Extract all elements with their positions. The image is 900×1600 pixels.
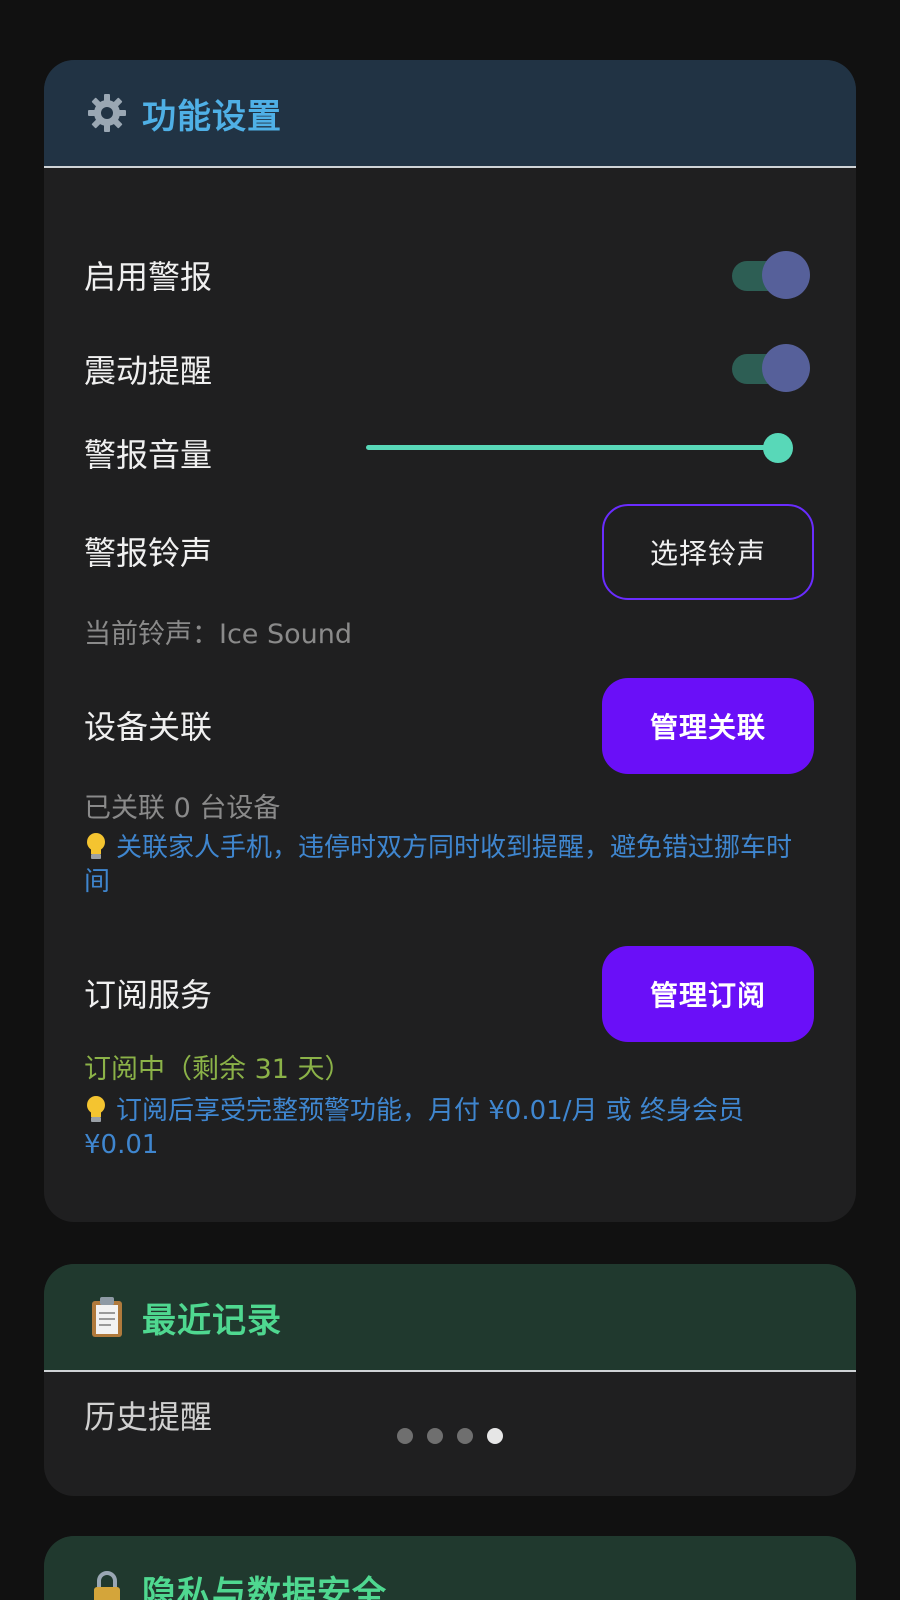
toggle-knob — [762, 251, 810, 299]
gear-icon — [84, 90, 130, 136]
volume-slider[interactable] — [366, 431, 798, 465]
enable-alarm-label: 启用警报 — [84, 258, 213, 296]
records-title: 最近记录 — [142, 1300, 282, 1341]
page-dot-3[interactable] — [457, 1428, 473, 1444]
ringtone-label: 警报铃声 — [84, 534, 213, 572]
device-link-tip-text: 关联家人手机，违停时双方同时收到提醒，避免错过挪车时间 — [84, 833, 793, 897]
privacy-title: 隐私与数据安全 — [142, 1573, 387, 1600]
lightbulb-icon — [84, 831, 108, 865]
settings-card: 功能设置 启用警报 震动提醒 警报音量 警报铃声 选择铃声 当前铃声：Ice S… — [44, 60, 856, 1222]
manage-link-button[interactable]: 管理关联 — [602, 678, 814, 774]
settings-title: 功能设置 — [142, 96, 282, 137]
enable-alarm-toggle[interactable] — [728, 251, 812, 299]
records-card: 最近记录 历史提醒 — [44, 1264, 856, 1496]
subscription-label: 订阅服务 — [84, 976, 213, 1014]
records-header: 最近记录 — [44, 1264, 856, 1372]
device-link-tip: 关联家人手机，违停时双方同时收到提醒，避免错过挪车时间 — [84, 831, 794, 899]
subscription-tip: 订阅后享受完整预警功能，月付 ¥0.01/月 或 终身会员 ¥0.01 — [84, 1094, 794, 1162]
clipboard-icon — [84, 1294, 130, 1340]
current-ringtone-text: 当前铃声：Ice Sound — [84, 619, 353, 650]
page-dot-2[interactable] — [427, 1428, 443, 1444]
volume-label: 警报音量 — [84, 436, 213, 474]
lightbulb-icon — [84, 1094, 108, 1128]
subscription-status: 订阅中（剩余 31 天） — [84, 1054, 352, 1085]
toggle-knob — [762, 344, 810, 392]
vibration-label: 震动提醒 — [84, 352, 213, 390]
manage-subscription-button[interactable]: 管理订阅 — [602, 946, 814, 1042]
settings-header: 功能设置 — [44, 60, 856, 168]
privacy-header: 隐私与数据安全 — [44, 1536, 856, 1600]
slider-thumb[interactable] — [763, 433, 793, 463]
slider-rail — [366, 445, 778, 450]
privacy-card: 隐私与数据安全 — [44, 1536, 856, 1600]
linked-devices-status: 已关联 0 台设备 — [84, 793, 281, 824]
select-ringtone-button[interactable]: 选择铃声 — [602, 504, 814, 600]
screen: 功能设置 启用警报 震动提醒 警报音量 警报铃声 选择铃声 当前铃声：Ice S… — [0, 0, 900, 1600]
vibration-toggle[interactable] — [728, 344, 812, 392]
device-link-label: 设备关联 — [84, 708, 213, 746]
lock-icon — [84, 1567, 130, 1600]
subscription-tip-text: 订阅后享受完整预警功能，月付 ¥0.01/月 或 终身会员 ¥0.01 — [84, 1096, 744, 1160]
page-dot-1[interactable] — [397, 1428, 413, 1444]
page-dot-4[interactable] — [487, 1428, 503, 1444]
page-indicator[interactable] — [44, 1428, 856, 1444]
